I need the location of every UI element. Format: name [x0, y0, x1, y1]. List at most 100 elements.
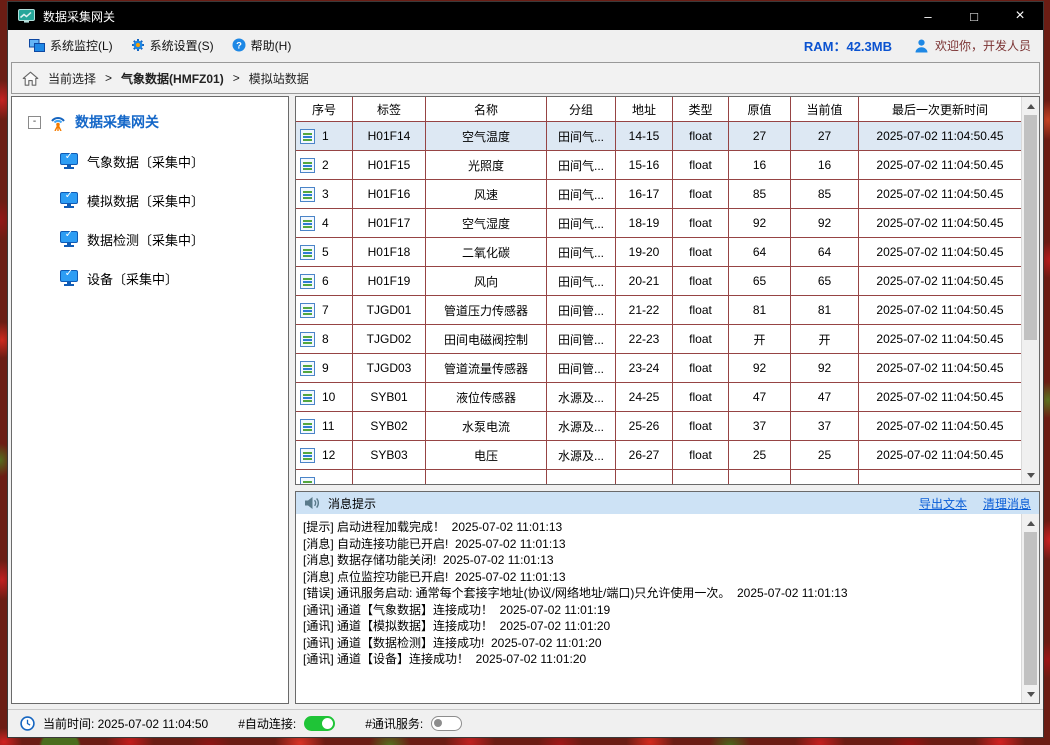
menu-system-settings[interactable]: 系统设置(S) — [122, 33, 223, 58]
cell-address: 21-22 — [616, 296, 673, 325]
cell-updated: 2025-07-02 11:04:50.45 — [859, 267, 1022, 296]
cell-group: 田间管... — [547, 296, 616, 325]
col-header-current[interactable]: 当前值 — [791, 97, 859, 122]
menu-help[interactable]: ? 帮助(H) — [223, 33, 301, 58]
table-row[interactable]: 6 H01F19 风向 田间气... 20-21 float 65 65 202… — [296, 267, 1022, 296]
col-header-address[interactable]: 地址 — [616, 97, 673, 122]
cell-address: 26-27 — [616, 441, 673, 470]
table-row[interactable]: 8 TJGD02 田间电磁阀控制 田间管... 22-23 float 开 开 … — [296, 325, 1022, 354]
table-row[interactable]: 2 H01F15 光照度 田间气... 15-16 float 16 16 20… — [296, 151, 1022, 180]
cell-updated: 2025-07-02 11:04:50.45 — [859, 383, 1022, 412]
cell-seq: 8 — [322, 332, 329, 346]
point-icon — [300, 390, 315, 405]
cell-tag: SYB02 — [353, 412, 426, 441]
table-scrollbar[interactable] — [1021, 97, 1039, 484]
col-header-raw[interactable]: 原值 — [729, 97, 791, 122]
cell-tag: H01F15 — [353, 151, 426, 180]
table-row[interactable]: 1 H01F14 空气温度 田间气... 14-15 float 27 27 2… — [296, 122, 1022, 151]
cell-group: 田间管... — [547, 325, 616, 354]
comm-service-toggle[interactable] — [431, 716, 462, 731]
scroll-up-button[interactable] — [1022, 97, 1039, 113]
arrow-down-icon — [1027, 692, 1035, 701]
cell-seq: 5 — [322, 245, 329, 259]
comm-service-label: #通讯服务: — [365, 715, 423, 732]
cell-tag: H01F19 — [353, 267, 426, 296]
log-line: [消息] 自动连接功能已开启! 2025-07-02 11:01:13 — [303, 536, 1017, 553]
auto-connect-toggle[interactable] — [304, 716, 335, 731]
col-header-group[interactable]: 分组 — [547, 97, 616, 122]
cell-current: 37 — [791, 412, 859, 441]
clock-icon — [20, 716, 35, 731]
point-icon — [300, 332, 315, 347]
cell-name: 风速 — [426, 180, 547, 209]
cell-current: 16 — [791, 151, 859, 180]
title-bar[interactable]: 数据采集网关 – □ × — [8, 2, 1043, 30]
scroll-thumb[interactable] — [1024, 115, 1037, 340]
tree-item-device[interactable]: 设备〔采集中〕 — [12, 267, 288, 289]
breadcrumb-item-station[interactable]: 模拟站数据 — [249, 70, 309, 87]
table-row-partial[interactable] — [296, 470, 1022, 485]
col-header-name[interactable]: 名称 — [426, 97, 547, 122]
cell-type: float — [673, 267, 729, 296]
clear-messages-link[interactable]: 清理消息 — [983, 495, 1031, 512]
tree-root[interactable]: - 数据采集网关 — [12, 111, 288, 133]
table-row[interactable]: 3 H01F16 风速 田间气... 16-17 float 85 85 202… — [296, 180, 1022, 209]
table-row[interactable]: 10 SYB01 液位传感器 水源及... 24-25 float 47 47 … — [296, 383, 1022, 412]
tree-root-label[interactable]: 数据采集网关 — [75, 112, 159, 132]
col-header-type[interactable]: 类型 — [673, 97, 729, 122]
scroll-down-button[interactable] — [1022, 687, 1039, 703]
cell-updated: 2025-07-02 11:04:50.45 — [859, 180, 1022, 209]
home-icon[interactable] — [22, 71, 39, 86]
cell-address: 15-16 — [616, 151, 673, 180]
cell-name: 液位传感器 — [426, 383, 547, 412]
cell-updated: 2025-07-02 11:04:50.45 — [859, 441, 1022, 470]
arrow-down-icon — [1027, 473, 1035, 482]
cell-tag: TJGD01 — [353, 296, 426, 325]
minimize-button[interactable]: – — [905, 2, 951, 30]
maximize-button[interactable]: □ — [951, 2, 997, 30]
table-row[interactable]: 12 SYB03 电压 水源及... 26-27 float 25 25 202… — [296, 441, 1022, 470]
cell-name: 管道压力传感器 — [426, 296, 547, 325]
breadcrumb-item-channel[interactable]: 气象数据(HMFZ01) — [121, 70, 224, 87]
point-icon — [300, 274, 315, 289]
tree-item-simulation-data[interactable]: 模拟数据〔采集中〕 — [12, 189, 288, 211]
table-row[interactable]: 11 SYB02 水泵电流 水源及... 25-26 float 37 37 2… — [296, 412, 1022, 441]
message-scrollbar[interactable] — [1021, 514, 1039, 703]
scroll-thumb[interactable] — [1024, 532, 1037, 685]
message-panel-title: 消息提示 — [328, 495, 376, 512]
tree-item-data-detection[interactable]: 数据检测〔采集中〕 — [12, 228, 288, 250]
col-header-seq[interactable]: 序号 — [296, 97, 353, 122]
table-row[interactable]: 7 TJGD01 管道压力传感器 田间管... 21-22 float 81 8… — [296, 296, 1022, 325]
cell-current: 25 — [791, 441, 859, 470]
cell-name: 风向 — [426, 267, 547, 296]
cell-updated: 2025-07-02 11:04:50.45 — [859, 296, 1022, 325]
welcome-text: 欢迎你，开发人员 — [935, 37, 1031, 54]
export-text-link[interactable]: 导出文本 — [919, 495, 967, 512]
scroll-up-button[interactable] — [1022, 514, 1039, 530]
col-header-tag[interactable]: 标签 — [353, 97, 426, 122]
cell-raw: 65 — [729, 267, 791, 296]
tree-collapse-toggle[interactable]: - — [28, 116, 41, 129]
menu-system-monitor[interactable]: 系统监控(L) — [20, 33, 122, 58]
menu-bar: 系统监控(L) 系统设置(S) ? 帮助(H) RAM：42.3MB 欢迎你，开… — [8, 30, 1043, 60]
cell-group: 田间气... — [547, 238, 616, 267]
cell-group: 水源及... — [547, 383, 616, 412]
cell-updated: 2025-07-02 11:04:50.45 — [859, 122, 1022, 151]
monitor-check-icon — [60, 231, 78, 247]
table-row[interactable]: 9 TJGD03 管道流量传感器 田间管... 23-24 float 92 9… — [296, 354, 1022, 383]
tree-item-label: 数据检测〔采集中〕 — [87, 230, 204, 249]
cell-updated: 2025-07-02 11:04:50.45 — [859, 412, 1022, 441]
cell-current: 47 — [791, 383, 859, 412]
device-tree-panel: - 数据采集网关 气象数据〔采集中〕 模拟数据〔采集中〕 数据检测〔采集中〕 — [11, 96, 289, 704]
close-button[interactable]: × — [997, 2, 1043, 30]
content-column: 序号 标签 名称 分组 地址 类型 原值 当前值 最后一次更新时间 1 H01F… — [295, 96, 1040, 704]
table-row[interactable]: 4 H01F17 空气湿度 田间气... 18-19 float 92 92 2… — [296, 209, 1022, 238]
scroll-down-button[interactable] — [1022, 468, 1039, 484]
cell-tag: SYB01 — [353, 383, 426, 412]
table-row[interactable]: 5 H01F18 二氧化碳 田间气... 19-20 float 64 64 2… — [296, 238, 1022, 267]
table-header-row: 序号 标签 名称 分组 地址 类型 原值 当前值 最后一次更新时间 — [296, 97, 1022, 122]
cell-seq: 1 — [322, 129, 329, 143]
col-header-updated[interactable]: 最后一次更新时间 — [859, 97, 1022, 122]
tree-item-weather-data[interactable]: 气象数据〔采集中〕 — [12, 150, 288, 172]
monitor-check-icon — [60, 270, 78, 286]
